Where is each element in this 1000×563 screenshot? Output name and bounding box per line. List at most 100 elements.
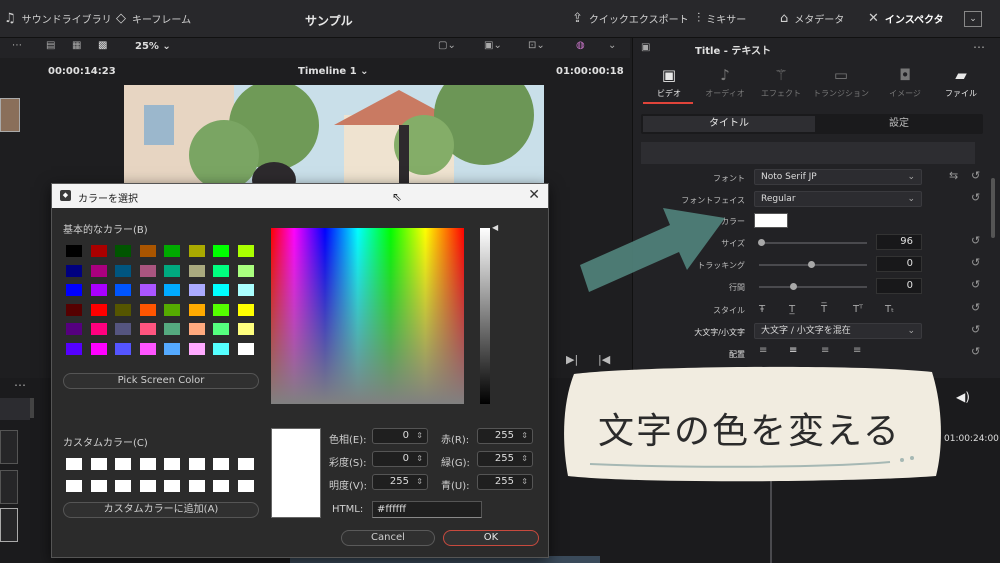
green-input[interactable]: 255 ⇕ bbox=[477, 451, 533, 467]
color-wheel-icon[interactable]: ◍ bbox=[576, 40, 585, 51]
reset-icon[interactable]: ↺ bbox=[971, 301, 980, 314]
basic-color-swatch[interactable] bbox=[66, 323, 82, 335]
line-spacing-slider[interactable] bbox=[759, 286, 867, 288]
basic-color-swatch[interactable] bbox=[237, 342, 254, 355]
timeline-selector[interactable]: Timeline 1 ⌄ bbox=[298, 66, 369, 77]
hue-input[interactable]: 0 ⇕ bbox=[372, 428, 428, 444]
size-slider[interactable] bbox=[759, 242, 867, 244]
transform-icon[interactable]: ▢⌄ bbox=[438, 40, 456, 51]
overline-button[interactable]: T̅ bbox=[821, 304, 827, 315]
basic-color-swatch[interactable] bbox=[66, 303, 82, 316]
track-header[interactable] bbox=[0, 398, 30, 420]
tracking-input[interactable]: 0 bbox=[876, 256, 922, 272]
basic-color-swatch[interactable] bbox=[213, 245, 229, 257]
film-icon[interactable]: ▦ bbox=[72, 40, 81, 51]
spin-arrows-icon[interactable]: ⇕ bbox=[521, 475, 528, 489]
basic-color-swatch[interactable] bbox=[188, 323, 205, 335]
reset-icon[interactable]: ↺ bbox=[971, 256, 980, 269]
dialog-titlebar[interactable]: ◆ カラーを選択 ✕ bbox=[52, 184, 548, 208]
basic-color-swatch[interactable] bbox=[237, 245, 254, 257]
color-swatch[interactable] bbox=[754, 213, 788, 228]
basic-color-swatch[interactable] bbox=[188, 284, 205, 296]
basic-color-swatch[interactable] bbox=[188, 303, 205, 316]
pick-screen-color-button[interactable]: Pick Screen Color bbox=[63, 373, 259, 389]
line-spacing-slider-handle[interactable] bbox=[790, 283, 798, 290]
cancel-button[interactable]: Cancel bbox=[341, 530, 435, 546]
basic-color-swatch[interactable] bbox=[188, 245, 205, 257]
media-thumbnail[interactable] bbox=[0, 98, 20, 132]
track-header[interactable] bbox=[0, 430, 18, 464]
custom-color-swatch[interactable] bbox=[188, 458, 205, 470]
basic-color-swatch[interactable] bbox=[213, 342, 229, 355]
basic-color-swatch[interactable] bbox=[139, 323, 156, 335]
custom-color-swatch[interactable] bbox=[237, 458, 254, 470]
reset-icon[interactable]: ↺ bbox=[971, 323, 980, 336]
basic-color-swatch[interactable] bbox=[66, 342, 82, 355]
basic-color-swatch[interactable] bbox=[139, 342, 156, 355]
align-left-icon[interactable]: ≡ bbox=[759, 345, 767, 356]
metadata-button[interactable]: ⌂ メタデータ bbox=[780, 11, 844, 26]
reset-icon[interactable]: ↺ bbox=[971, 191, 980, 204]
basic-color-swatch[interactable] bbox=[164, 323, 180, 335]
viewer-mode-icon[interactable]: ▤ bbox=[46, 40, 55, 51]
basic-color-swatch[interactable] bbox=[90, 303, 107, 316]
case-dropdown[interactable]: 大文字 / 小文字を混在 ⌄ bbox=[754, 323, 922, 339]
custom-color-swatch[interactable] bbox=[237, 480, 254, 492]
custom-color-swatch[interactable] bbox=[90, 458, 107, 470]
custom-color-swatch[interactable] bbox=[139, 480, 156, 492]
basic-color-swatch[interactable] bbox=[90, 245, 107, 257]
zoom-level[interactable]: 25% ⌄ bbox=[135, 41, 171, 52]
custom-color-swatch[interactable] bbox=[115, 458, 131, 470]
justify-icon[interactable]: ≡ bbox=[853, 345, 861, 356]
custom-color-swatch[interactable] bbox=[90, 480, 107, 492]
line-spacing-input[interactable]: 0 bbox=[876, 278, 922, 294]
strikethrough-button[interactable]: Ŧ bbox=[759, 304, 765, 315]
red-input[interactable]: 255 ⇕ bbox=[477, 428, 533, 444]
tab-video[interactable]: ▣ ビデオ bbox=[641, 66, 697, 99]
basic-color-swatch[interactable] bbox=[188, 342, 205, 355]
scrollbar[interactable] bbox=[30, 398, 34, 418]
dropdown-chevron-icon[interactable]: ⌄ bbox=[608, 40, 616, 51]
basic-color-swatch[interactable] bbox=[213, 303, 229, 316]
more-options-icon[interactable]: ⋯ bbox=[973, 40, 985, 54]
basic-color-swatch[interactable] bbox=[90, 264, 107, 277]
tab-image[interactable]: ◘ イメージ bbox=[877, 66, 933, 99]
rich-text-field[interactable] bbox=[641, 142, 975, 164]
spin-arrows-icon[interactable]: ⇕ bbox=[416, 429, 423, 443]
text-adjust-icon[interactable]: ⇆ bbox=[949, 169, 958, 182]
track-header[interactable] bbox=[0, 508, 18, 542]
basic-color-swatch[interactable] bbox=[90, 284, 107, 296]
saturation-input[interactable]: 0 ⇕ bbox=[372, 451, 428, 467]
subtab-settings[interactable]: 設定 bbox=[817, 116, 981, 132]
custom-color-swatch[interactable] bbox=[139, 458, 156, 470]
expand-button[interactable]: ⌄ bbox=[964, 11, 982, 27]
basic-color-swatch[interactable] bbox=[213, 284, 229, 296]
value-input[interactable]: 255 ⇕ bbox=[372, 474, 428, 490]
basic-color-swatch[interactable] bbox=[115, 303, 131, 316]
basic-color-swatch[interactable] bbox=[66, 284, 82, 296]
reset-icon[interactable]: ↺ bbox=[971, 234, 980, 247]
html-color-input[interactable]: #ffffff bbox=[372, 501, 482, 518]
font-dropdown[interactable]: Noto Serif JP ⌄ bbox=[754, 169, 922, 185]
dynamic-zoom-icon[interactable]: ⊡⌄ bbox=[528, 40, 545, 51]
align-center-icon[interactable]: ≡ bbox=[789, 345, 797, 356]
close-icon[interactable]: ✕ bbox=[528, 187, 540, 203]
tab-transitions[interactable]: ▭ トランジション bbox=[813, 66, 869, 99]
basic-color-swatch[interactable] bbox=[66, 264, 82, 277]
basic-color-swatch[interactable] bbox=[66, 245, 82, 257]
spin-arrows-icon[interactable]: ⇕ bbox=[416, 452, 423, 466]
inspector-button[interactable]: ✕ インスペクタ bbox=[868, 11, 944, 26]
custom-color-swatch[interactable] bbox=[164, 458, 180, 470]
basic-color-swatch[interactable] bbox=[164, 342, 180, 355]
quick-export-button[interactable]: ⇪ クイックエクスポート bbox=[572, 11, 689, 26]
basic-color-swatch[interactable] bbox=[90, 342, 107, 355]
custom-color-swatch[interactable] bbox=[188, 480, 205, 492]
basic-color-swatch[interactable] bbox=[164, 245, 180, 257]
more-icon[interactable]: ⋯ bbox=[12, 40, 22, 51]
basic-color-swatch[interactable] bbox=[237, 303, 254, 316]
sound-library-button[interactable]: ♫ サウンドライブラリ bbox=[4, 11, 112, 26]
tab-audio[interactable]: ♪ オーディオ bbox=[697, 66, 753, 99]
align-right-icon[interactable]: ≡ bbox=[821, 345, 829, 356]
more-options-icon[interactable]: ⋯ bbox=[14, 378, 26, 392]
mixer-button[interactable]: ⫶ ミキサー bbox=[697, 11, 746, 26]
